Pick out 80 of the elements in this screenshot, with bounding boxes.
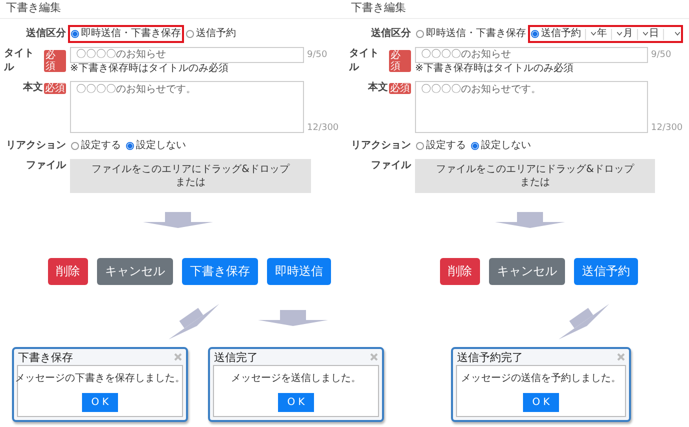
radio-label: 設定しない — [136, 139, 186, 153]
required-badge: 必須 — [44, 82, 66, 94]
action-button[interactable]: 削除 — [48, 258, 88, 285]
drop-text: または — [520, 176, 550, 189]
body-textarea[interactable]: 〇〇〇〇のお知らせです。 — [415, 81, 648, 133]
radio-label: 送信予約 — [541, 27, 581, 41]
flow-arrow — [168, 304, 220, 340]
chevron-down-icon — [617, 32, 622, 36]
dialog-message: メッセージの下書きを保存しました。 — [15, 372, 185, 385]
field-label: 送信区分 — [371, 27, 411, 41]
field-label: リアクション — [6, 139, 66, 153]
field-label: リアクション — [351, 139, 411, 153]
chevron-down-icon — [591, 32, 596, 36]
radio-label: 即時送信・下書き保存 — [81, 27, 181, 41]
char-count: 12/300 — [307, 123, 340, 133]
date-select[interactable] — [637, 28, 648, 40]
chevron-down-icon — [643, 32, 648, 36]
char-count: 12/300 — [651, 123, 684, 133]
field-label: 本文 — [23, 81, 43, 95]
action-button[interactable]: 送信予約 — [574, 258, 638, 285]
ok-button[interactable]: OK — [278, 393, 314, 412]
char-count: 9/50 — [307, 49, 328, 62]
hint-text: ※下書き保存時はタイトルのみ必須 — [70, 63, 230, 75]
radio-button[interactable] — [416, 142, 424, 150]
radio-label: 設定する — [81, 139, 121, 153]
hint-text: ※下書き保存時はタイトルのみ必須 — [415, 63, 574, 75]
radio-button[interactable] — [531, 30, 539, 38]
field-label: 送信区分 — [26, 27, 66, 41]
field-label: タイトル — [4, 47, 35, 75]
ok-button[interactable]: OK — [82, 393, 118, 412]
field-label: ファイル — [26, 159, 66, 173]
flow-arrow — [558, 304, 610, 340]
drop-text: ファイルをこのエリアにドラッグ&ドロップ — [436, 163, 634, 176]
required-badge: 必須 — [44, 50, 66, 72]
file-drop-area[interactable]: ファイルをこのエリアにドラッグ&ドロップ または — [415, 159, 655, 193]
page-title: 下書き編集 — [0, 0, 345, 19]
date-select[interactable] — [611, 28, 622, 40]
ok-button[interactable]: OK — [523, 393, 559, 412]
title-input[interactable]: 〇〇〇〇のお知らせ — [70, 47, 304, 63]
action-button[interactable]: 下書き保存 — [182, 258, 258, 285]
dialog-title: 送信予約完了 — [457, 350, 523, 364]
radio-button[interactable] — [416, 30, 424, 38]
action-button[interactable]: 即時送信 — [267, 258, 331, 285]
radio-label: 即時送信・下書き保存 — [426, 27, 526, 41]
radio-button[interactable] — [71, 30, 79, 38]
char-count: 9/50 — [651, 49, 672, 62]
file-drop-area[interactable]: ファイルをこのエリアにドラッグ&ドロップ または — [70, 159, 311, 193]
field-label: タイトル — [349, 47, 380, 75]
flow-arrow — [258, 310, 328, 326]
time-select[interactable] — [663, 28, 680, 40]
chevron-down-icon — [675, 32, 680, 36]
title-input[interactable]: 〇〇〇〇のお知らせ — [415, 47, 648, 63]
action-button[interactable]: キャンセル — [97, 258, 173, 285]
field-label: 本文 — [368, 81, 388, 95]
date-unit: 日 — [649, 27, 659, 41]
dialog-title: 送信完了 — [214, 350, 258, 364]
dialog-message: メッセージの送信を予約しました。 — [461, 372, 621, 385]
required-badge: 必須 — [389, 50, 411, 72]
radio-button[interactable] — [71, 142, 79, 150]
required-badge: 必須 — [389, 82, 411, 94]
field-label: ファイル — [371, 159, 411, 173]
drop-text: ファイルをこのエリアにドラッグ&ドロップ — [92, 163, 290, 176]
body-textarea[interactable]: 〇〇〇〇のお知らせです。 — [70, 81, 304, 133]
page-title: 下書き編集 — [345, 0, 689, 19]
drop-text: または — [176, 176, 206, 189]
date-select[interactable] — [585, 28, 596, 40]
action-button[interactable]: キャンセル — [489, 258, 565, 285]
radio-button[interactable] — [471, 142, 479, 150]
date-unit: 月 — [623, 27, 633, 41]
radio-label: 設定する — [426, 139, 466, 153]
date-unit: 年 — [597, 27, 607, 41]
dialog-message: メッセージを送信しました。 — [231, 372, 361, 385]
flow-arrow — [143, 212, 213, 228]
dialog-title: 下書き保存 — [18, 350, 73, 364]
flow-arrow — [495, 212, 565, 228]
action-button[interactable]: 削除 — [440, 258, 480, 285]
radio-label: 送信予約 — [196, 27, 236, 41]
radio-label: 設定しない — [481, 139, 531, 153]
radio-button[interactable] — [186, 30, 194, 38]
radio-button[interactable] — [126, 142, 134, 150]
